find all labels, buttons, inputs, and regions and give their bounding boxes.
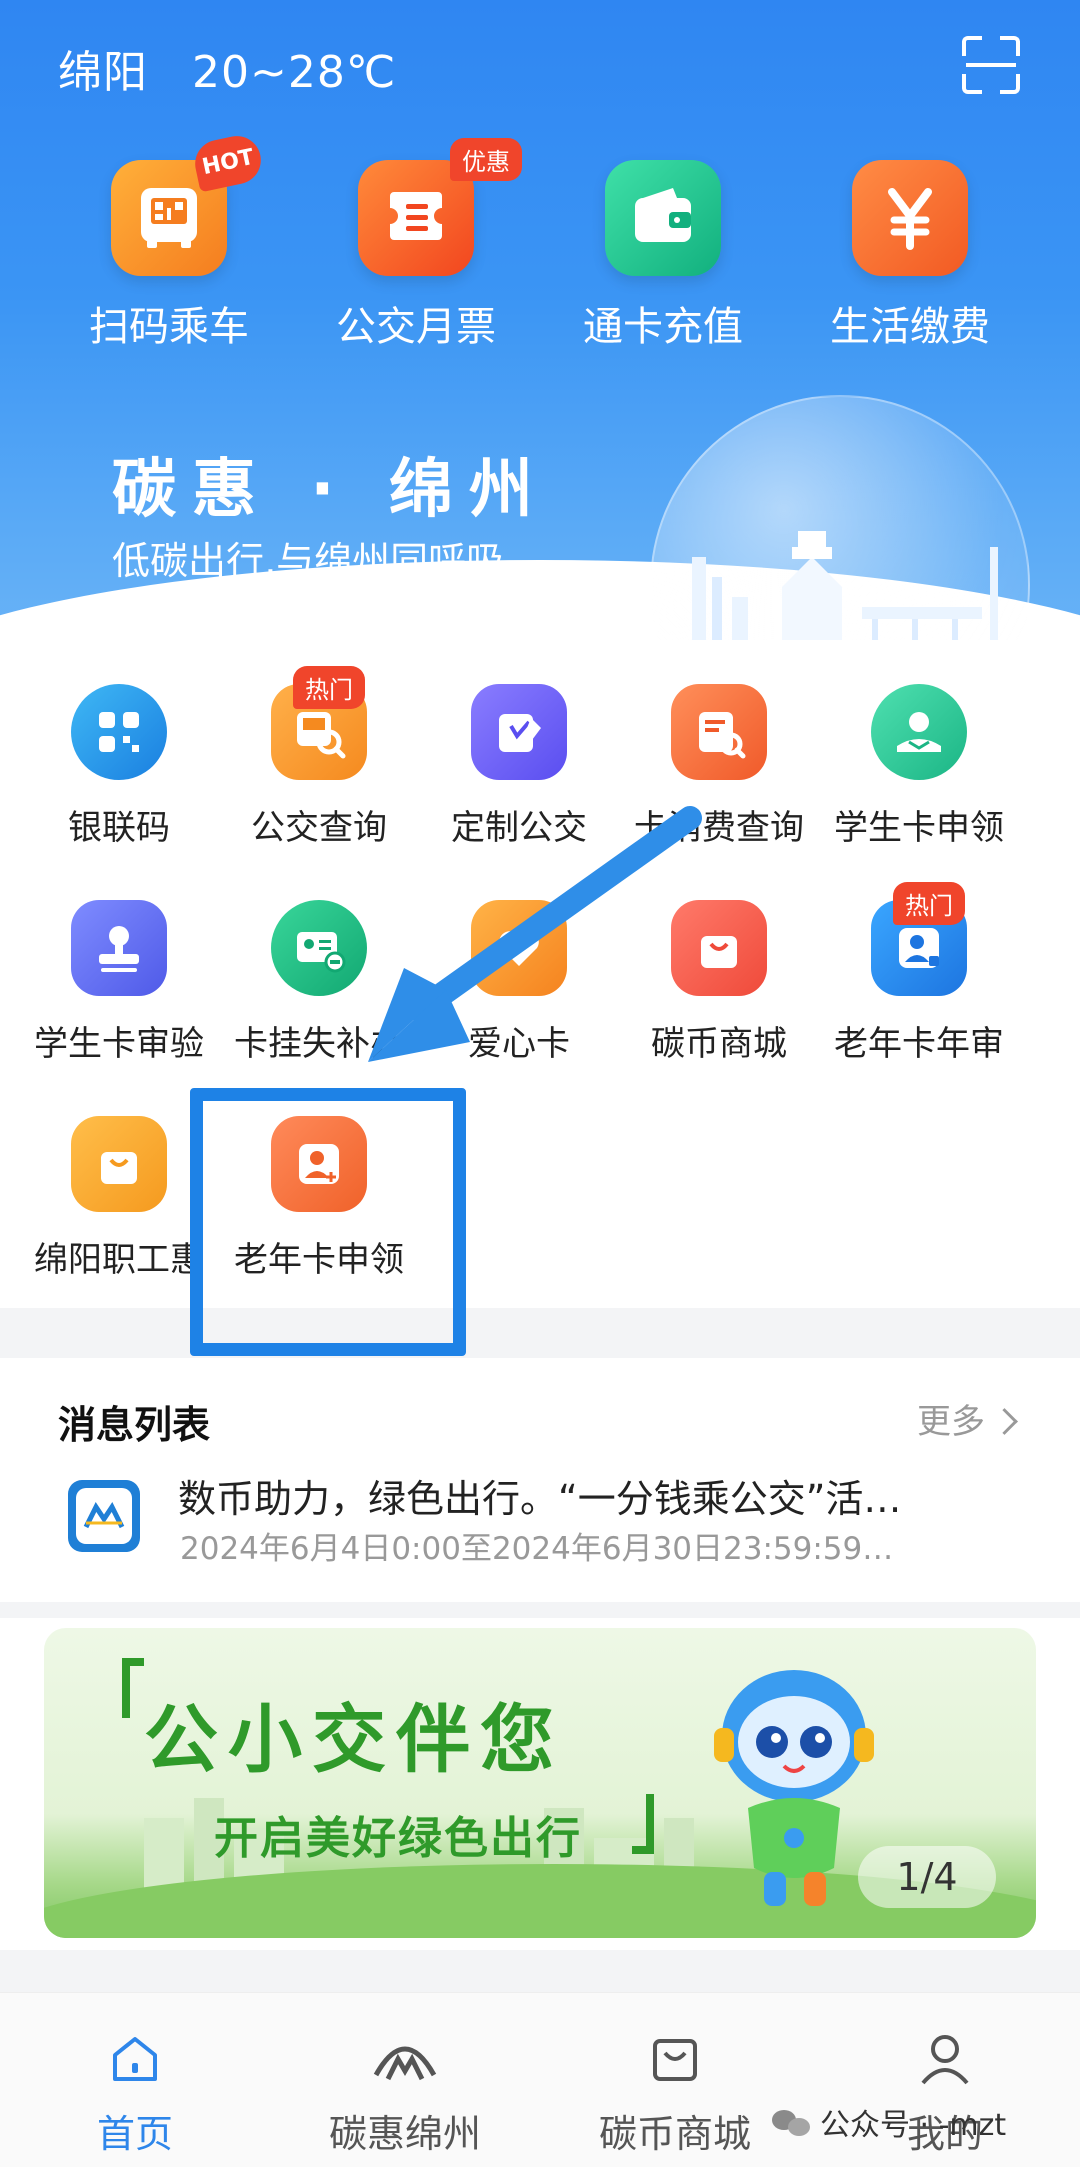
carbon-logo-icon xyxy=(373,2046,437,2081)
tab-carbon[interactable]: 碳惠绵州 xyxy=(270,1993,540,2167)
watermark-text: 公众号 · -mzt xyxy=(820,2108,1007,2143)
message-logo-icon xyxy=(68,1480,140,1552)
watermark: 公众号 · -mzt xyxy=(772,2100,1006,2144)
profile-icon xyxy=(921,2035,969,2085)
promo-carousel: 公小交伴您 开启美好绿色出行 1/4 xyxy=(0,1618,1080,1950)
bracket-right xyxy=(632,1794,654,1854)
message-item-title[interactable]: 数币助力，绿色出行。“一分钱乘公交”活… xyxy=(178,1468,901,1523)
message-item-detail: 2024年6月4日0:00至2024年6月30日23:59:59… xyxy=(180,1531,894,1567)
message-list-title: 消息列表 xyxy=(58,1403,211,1447)
pointer-arrow-icon xyxy=(368,806,702,1062)
promo-title: 公小交伴您 xyxy=(144,1697,564,1783)
more-link[interactable]: 更多 xyxy=(917,1394,1014,1443)
mascot-illustration xyxy=(714,1670,874,1906)
app-screen: 绵阳 20~28℃ HOT 扫码乘车 优惠 公交月票 通卡充值 生活缴费 碳惠 … xyxy=(0,0,1080,2167)
home-icon xyxy=(113,2037,157,2081)
promo-subtitle: 开启美好绿色出行 xyxy=(214,1813,582,1864)
tab-home[interactable]: 首页 xyxy=(0,1993,270,2167)
tab-label: 碳惠绵州 xyxy=(328,2112,481,2156)
bracket-left xyxy=(122,1658,144,1718)
wechat-icon xyxy=(772,2106,812,2138)
promo-banner[interactable]: 公小交伴您 开启美好绿色出行 1/4 xyxy=(44,1628,1036,1938)
carousel-pager: 1/4 xyxy=(858,1846,996,1908)
tab-mall[interactable]: 碳币商城 xyxy=(540,1993,810,2167)
message-list: 消息列表 更多 数币助力，绿色出行。“一分钱乘公交”活… 2024年6月4日0:… xyxy=(0,1358,1080,1602)
tab-label: 首页 xyxy=(96,2112,173,2156)
mall-bag-icon xyxy=(653,2039,697,2081)
tab-label: 碳币商城 xyxy=(598,2112,751,2156)
